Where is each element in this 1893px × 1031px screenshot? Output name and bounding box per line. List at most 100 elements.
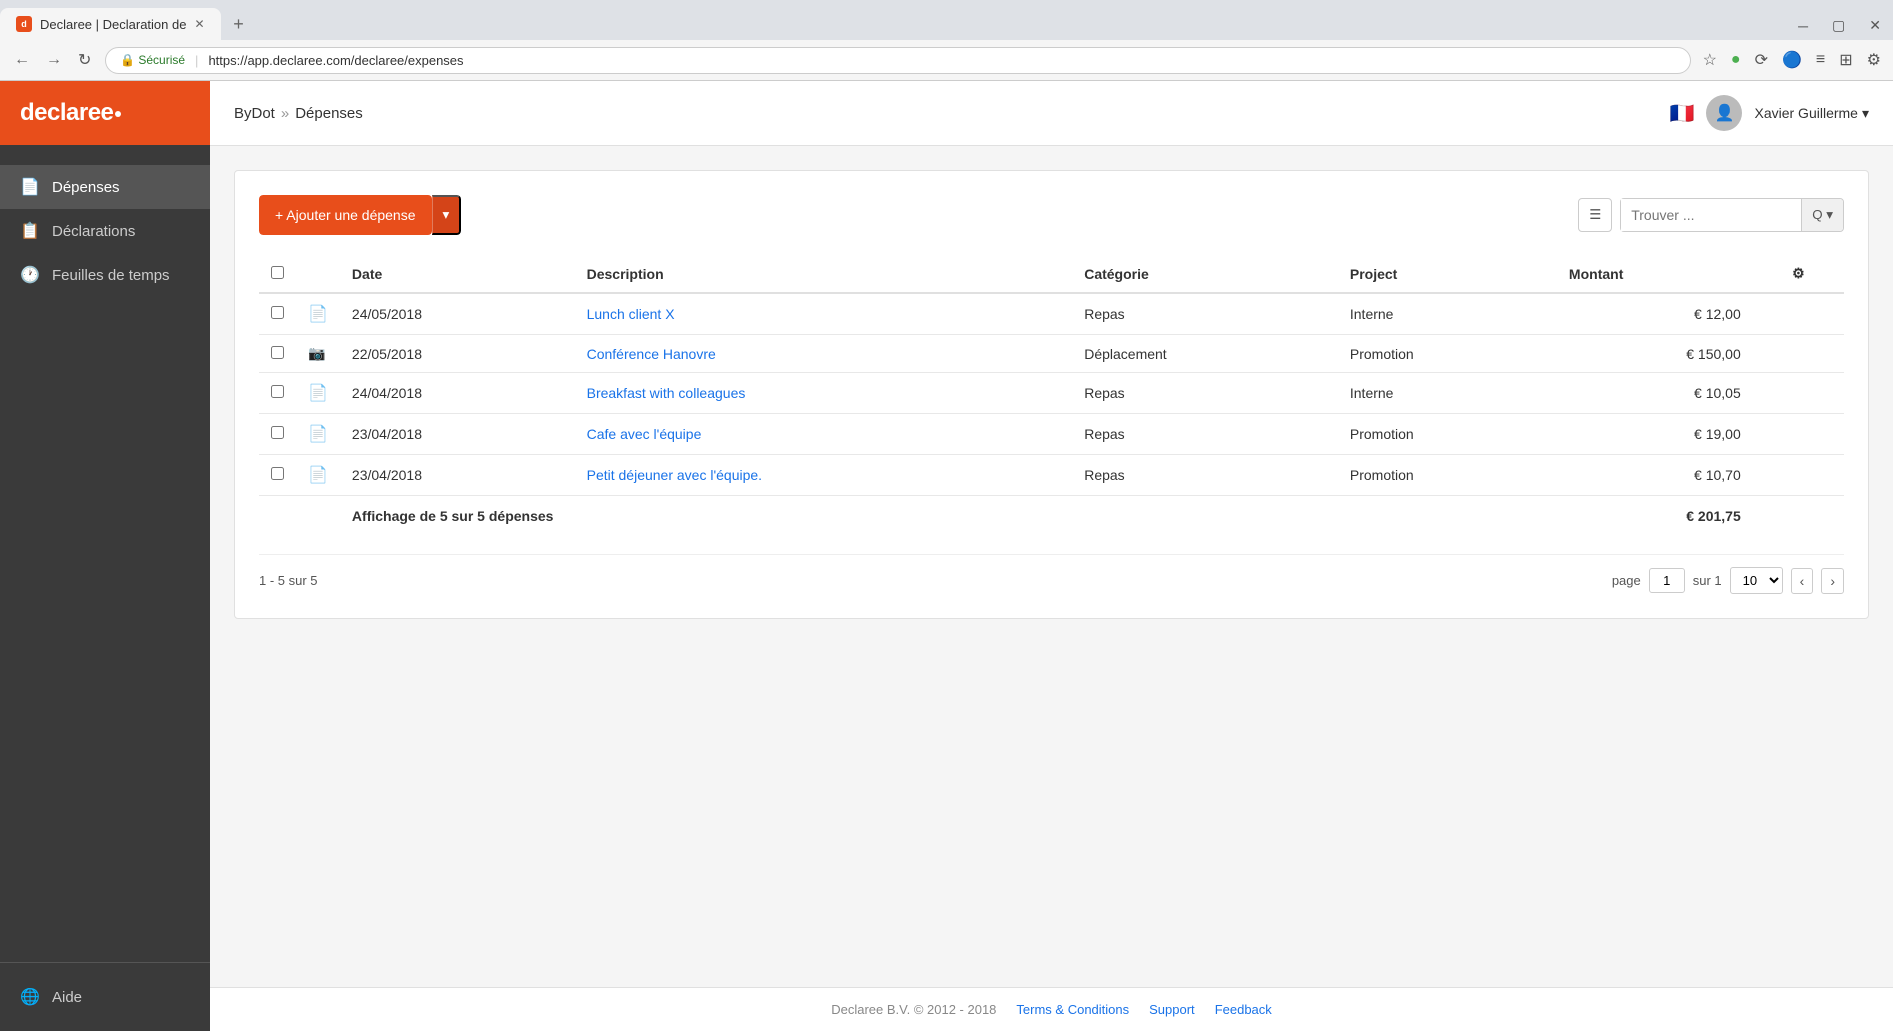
breadcrumb-sep: »	[281, 105, 289, 122]
feuilles-icon: 🕐	[20, 265, 40, 285]
row-desc-link[interactable]: Petit déjeuner avec l'équipe.	[587, 467, 762, 483]
sidebar-item-aide[interactable]: 🌐 Aide	[0, 975, 210, 1019]
user-dropdown-icon[interactable]: ▾	[1862, 105, 1869, 122]
row-project: Promotion	[1338, 414, 1557, 455]
active-tab[interactable]: d Declaree | Declaration de ✕	[0, 8, 221, 40]
footer-feedback-link[interactable]: Feedback	[1215, 1002, 1272, 1017]
depenses-icon: 📄	[20, 177, 40, 197]
toolbar-right: ☰ Q ▾	[1578, 198, 1844, 232]
nav-buttons: ← → ↻	[8, 46, 97, 74]
page-controls: page sur 1 10 25 50 ‹ ›	[1612, 567, 1844, 594]
row-desc-link[interactable]: Lunch client X	[587, 306, 675, 322]
language-flag[interactable]: 🇫🇷	[1670, 101, 1695, 126]
avatar: 👤	[1706, 95, 1742, 131]
forward-btn[interactable]: →	[40, 46, 68, 74]
address-bar-row: ← → ↻ 🔒 Sécurisé | https://app.declaree.…	[0, 40, 1893, 81]
breadcrumb-page: Dépenses	[295, 105, 363, 122]
page-input[interactable]	[1649, 568, 1685, 593]
sidebar-nav: 📄 Dépenses 📋 Déclarations 🕐 Feuilles de …	[0, 145, 210, 962]
table-row: 📄 23/04/2018 Cafe avec l'équipe Repas Pr…	[259, 414, 1844, 455]
page-range-label: 1 - 5 sur 5	[259, 573, 318, 588]
table-header-row: Date Description Catégorie Project Monta…	[259, 255, 1844, 293]
pagination-row: 1 - 5 sur 5 page sur 1 10 25 50 ‹ ›	[259, 554, 1844, 594]
bookmark-btn[interactable]: ☆	[1699, 46, 1721, 74]
row-doc-icon: 📄	[308, 426, 328, 443]
sidebar-label-feuilles: Feuilles de temps	[52, 267, 170, 284]
top-header: ByDot » Dépenses 🇫🇷 👤 Xavier Guillerme ▾	[210, 81, 1893, 146]
th-montant: Montant	[1557, 255, 1753, 293]
per-page-select[interactable]: 10 25 50	[1730, 567, 1783, 594]
ext-btn3[interactable]: 🔵	[1778, 46, 1806, 74]
th-check	[259, 255, 296, 293]
prev-page-btn[interactable]: ‹	[1791, 568, 1814, 594]
table-row: 📄 24/05/2018 Lunch client X Repas Intern…	[259, 293, 1844, 335]
sidebar-label-declarations: Déclarations	[52, 223, 135, 240]
ext-btn4[interactable]: ≡	[1812, 47, 1829, 73]
row-categorie: Déplacement	[1072, 335, 1338, 373]
row-categorie: Repas	[1072, 455, 1338, 496]
close-btn[interactable]: ✕	[1857, 11, 1893, 40]
row-checkbox[interactable]	[271, 346, 284, 359]
browser-actions: ☆ ● ⟳ 🔵 ≡ ⊞ ⚙	[1699, 46, 1885, 74]
row-montant: € 12,00	[1557, 293, 1753, 335]
menu-toggle-btn[interactable]: ☰	[1578, 198, 1612, 232]
window-controls: ─ ▢ ✕	[1786, 11, 1893, 40]
tab-close-btn[interactable]: ✕	[194, 17, 204, 31]
next-page-btn[interactable]: ›	[1821, 568, 1844, 594]
row-icon-cell: 📄	[296, 414, 340, 455]
aide-icon: 🌐	[20, 987, 40, 1007]
sidebar-logo: declaree	[0, 81, 210, 145]
browser-chrome: d Declaree | Declaration de ✕ + ─ ▢ ✕ ← …	[0, 0, 1893, 81]
add-expense-btn[interactable]: + Ajouter une dépense	[259, 195, 432, 235]
row-desc-link[interactable]: Conférence Hanovre	[587, 346, 716, 362]
user-name: Xavier Guillerme ▾	[1754, 105, 1869, 122]
declarations-icon: 📋	[20, 221, 40, 241]
th-description: Description	[575, 255, 1073, 293]
row-check	[259, 373, 296, 414]
row-project: Promotion	[1338, 455, 1557, 496]
search-btn[interactable]: Q ▾	[1801, 199, 1843, 231]
footer-support-link[interactable]: Support	[1149, 1002, 1195, 1017]
row-desc-link[interactable]: Cafe avec l'équipe	[587, 426, 702, 442]
sidebar-item-depenses[interactable]: 📄 Dépenses	[0, 165, 210, 209]
ext-btn1[interactable]: ●	[1727, 47, 1745, 73]
ext-btn5[interactable]: ⊞	[1835, 46, 1856, 74]
add-expense-dropdown-btn[interactable]: ▾	[432, 195, 462, 235]
row-date: 24/04/2018	[340, 373, 575, 414]
row-project: Interne	[1338, 373, 1557, 414]
row-checkbox[interactable]	[271, 426, 284, 439]
th-project: Project	[1338, 255, 1557, 293]
row-doc-icon: 📄	[308, 385, 328, 402]
table-row: 📷 22/05/2018 Conférence Hanovre Déplacem…	[259, 335, 1844, 373]
row-checkbox[interactable]	[271, 306, 284, 319]
maximize-btn[interactable]: ▢	[1820, 11, 1857, 40]
ext-btn6[interactable]: ⚙	[1863, 46, 1885, 74]
select-all-checkbox[interactable]	[271, 266, 284, 279]
row-doc-icon: 📄	[308, 306, 328, 323]
address-field[interactable]: 🔒 Sécurisé | https://app.declaree.com/de…	[105, 47, 1690, 74]
footer-terms-link[interactable]: Terms & Conditions	[1016, 1002, 1129, 1017]
new-tab-btn[interactable]: +	[225, 10, 253, 38]
table-toolbar: + Ajouter une dépense ▾ ☰ Q ▾	[259, 195, 1844, 235]
expenses-card: + Ajouter une dépense ▾ ☰ Q ▾	[234, 170, 1869, 619]
th-icon	[296, 255, 340, 293]
row-checkbox[interactable]	[271, 385, 284, 398]
search-input[interactable]	[1621, 199, 1801, 231]
row-icon-cell: 📷	[296, 335, 340, 373]
row-icon-cell: 📄	[296, 455, 340, 496]
sidebar-bottom: 🌐 Aide	[0, 962, 210, 1031]
ext-btn2[interactable]: ⟳	[1751, 46, 1772, 74]
row-description: Lunch client X	[575, 293, 1073, 335]
of-label: sur 1	[1693, 573, 1722, 588]
reload-btn[interactable]: ↻	[72, 46, 97, 74]
row-desc-link[interactable]: Breakfast with colleagues	[587, 385, 746, 401]
row-description: Breakfast with colleagues	[575, 373, 1073, 414]
minimize-btn[interactable]: ─	[1786, 11, 1820, 40]
content-area: + Ajouter une dépense ▾ ☰ Q ▾	[210, 146, 1893, 987]
sidebar-item-declarations[interactable]: 📋 Déclarations	[0, 209, 210, 253]
back-btn[interactable]: ←	[8, 46, 36, 74]
row-checkbox[interactable]	[271, 467, 284, 480]
th-settings[interactable]: ⚙	[1753, 255, 1844, 293]
sidebar-item-feuilles[interactable]: 🕐 Feuilles de temps	[0, 253, 210, 297]
breadcrumb-org: ByDot	[234, 105, 275, 122]
